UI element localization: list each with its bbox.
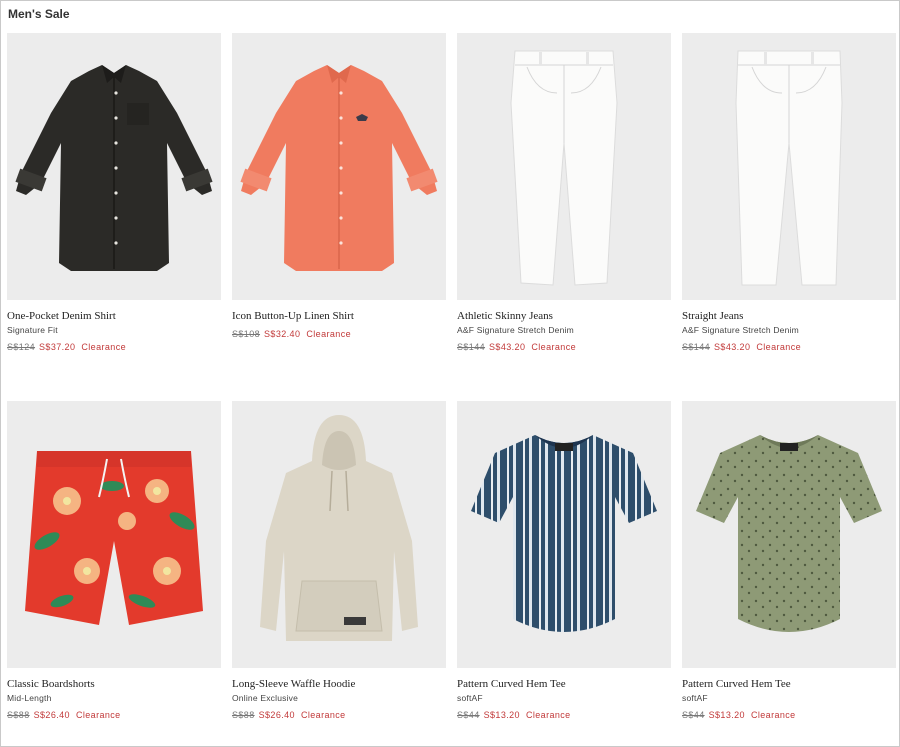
sale-price: S$26.40 [33, 710, 70, 720]
original-price: S$124 [7, 342, 36, 352]
clearance-badge: Clearance [531, 342, 576, 352]
sale-price: S$43.20 [714, 342, 751, 352]
product-price: S$144 S$43.20 Clearance [457, 342, 671, 352]
product-name[interactable]: Long-Sleeve Waffle Hoodie [232, 678, 446, 692]
dark-shirt-image[interactable] [7, 33, 221, 300]
product-name[interactable]: Pattern Curved Hem Tee [457, 678, 671, 692]
sale-price: S$37.20 [39, 342, 76, 352]
product-subtitle: softAF [457, 693, 483, 703]
product-price: S$144 S$43.20 Clearance [682, 342, 896, 352]
clearance-badge: Clearance [525, 710, 571, 720]
product-card[interactable]: Straight Jeans A&F Signature Stretch Den… [682, 33, 896, 352]
product-subtitle: Signature Fit [7, 325, 58, 335]
product-card[interactable]: Long-Sleeve Waffle Hoodie Online Exclusi… [232, 401, 446, 720]
floral-shorts-image[interactable] [7, 401, 221, 668]
product-card[interactable]: One-Pocket Denim Shirt Signature Fit S$1… [7, 33, 221, 352]
product-name[interactable]: Classic Boardshorts [7, 678, 221, 692]
clearance-badge: Clearance [81, 342, 126, 352]
product-card[interactable]: Pattern Curved Hem Tee softAF S$44 S$13.2… [457, 401, 671, 720]
product-card[interactable]: Classic Boardshorts Mid-Length S$88 S$26.… [7, 401, 221, 720]
product-name[interactable]: One-Pocket Denim Shirt [7, 310, 221, 324]
product-name[interactable]: Icon Button-Up Linen Shirt [232, 310, 446, 324]
product-card[interactable]: Athletic Skinny Jeans A&F Signature Stre… [457, 33, 671, 352]
original-price: S$108 [232, 329, 261, 339]
original-price: S$44 [682, 710, 705, 720]
product-price: S$88 S$26.40 Clearance [7, 710, 221, 720]
clearance-badge: Clearance [75, 710, 121, 720]
original-price: S$44 [457, 710, 480, 720]
product-name[interactable]: Pattern Curved Hem Tee [682, 678, 896, 692]
sale-price: S$13.20 [483, 710, 520, 720]
white-jeans-image[interactable] [457, 33, 671, 300]
sale-price: S$13.20 [708, 710, 745, 720]
clearance-badge: Clearance [300, 710, 346, 720]
olive-tee-image[interactable] [682, 401, 896, 668]
product-subtitle: softAF [682, 693, 708, 703]
product-card[interactable]: Pattern Curved Hem Tee softAF S$44 S$13.2… [682, 401, 896, 720]
product-card[interactable]: Icon Button-Up Linen Shirt S$108 S$32.40 C… [232, 33, 446, 339]
original-price: S$144 [682, 342, 711, 352]
clearance-badge: Clearance [756, 342, 801, 352]
original-price: S$88 [7, 710, 30, 720]
hoodie-image[interactable] [232, 401, 446, 668]
clearance-badge: Clearance [306, 329, 351, 339]
original-price: S$144 [457, 342, 486, 352]
product-price: S$44 S$13.20 Clearance [682, 710, 896, 720]
product-price: S$88 S$26.40 Clearance [232, 710, 446, 720]
product-name[interactable]: Athletic Skinny Jeans [457, 310, 671, 324]
product-subtitle: Mid-Length [7, 693, 52, 703]
white-jeans-image[interactable] [682, 33, 896, 300]
striped-tee-image[interactable] [457, 401, 671, 668]
product-price: S$108 S$32.40 Clearance [232, 329, 446, 339]
product-subtitle: A&F Signature Stretch Denim [457, 325, 574, 335]
original-price: S$88 [232, 710, 255, 720]
sale-price: S$26.40 [258, 710, 295, 720]
product-subtitle: A&F Signature Stretch Denim [682, 325, 799, 335]
coral-shirt-image[interactable] [232, 33, 446, 300]
product-price: S$124 S$37.20 Clearance [7, 342, 221, 352]
product-subtitle: Online Exclusive [232, 693, 299, 703]
product-price: S$44 S$13.20 Clearance [457, 710, 671, 720]
product-name[interactable]: Straight Jeans [682, 310, 896, 324]
page-title: Men's Sale [8, 7, 70, 21]
sale-price: S$43.20 [489, 342, 526, 352]
sale-price: S$32.40 [264, 329, 301, 339]
clearance-badge: Clearance [750, 710, 796, 720]
